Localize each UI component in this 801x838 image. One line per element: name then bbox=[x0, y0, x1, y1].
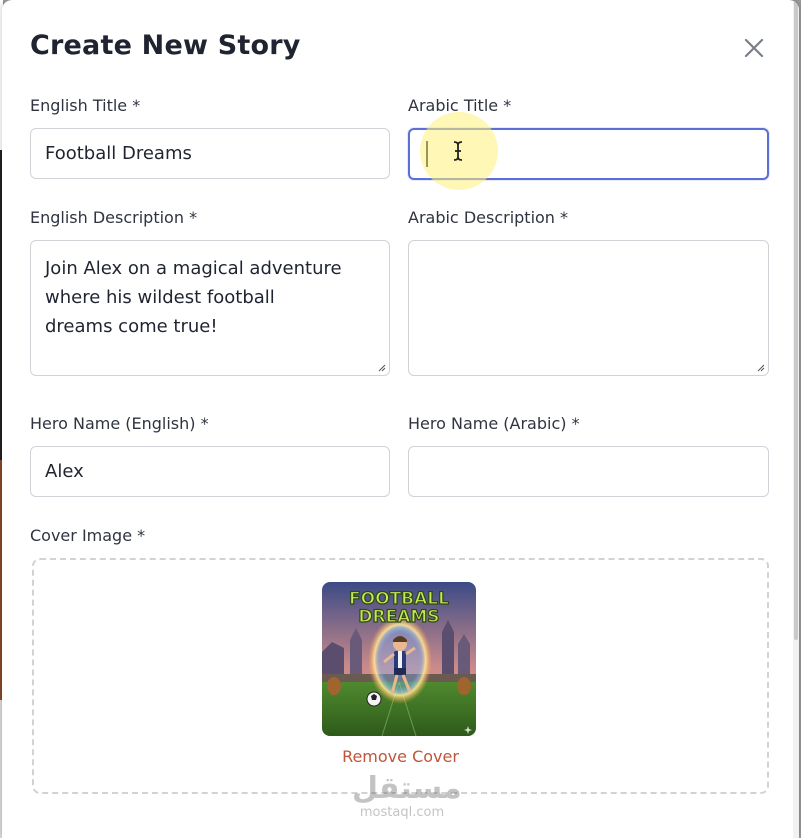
mostaql-watermark: مستقل mostaql.com bbox=[352, 771, 462, 824]
modal-title: Create New Story bbox=[30, 30, 301, 61]
arabic-title-label: Arabic Title * bbox=[408, 96, 512, 115]
close-icon bbox=[744, 38, 764, 58]
resize-handle-icon[interactable] bbox=[378, 364, 386, 372]
english-description-textarea[interactable]: Join Alex on a magical adventure where h… bbox=[30, 240, 390, 376]
cover-image-label: Cover Image * bbox=[30, 526, 146, 545]
watermark-latin: mostaql.com bbox=[359, 805, 445, 820]
scrollbar[interactable] bbox=[793, 0, 799, 838]
hero-name-arabic-label: Hero Name (Arabic) * bbox=[408, 414, 580, 433]
text-caret bbox=[426, 141, 428, 167]
english-title-input[interactable]: Football Dreams bbox=[30, 128, 390, 179]
close-button[interactable] bbox=[742, 36, 766, 60]
hero-name-english-value: Alex bbox=[45, 461, 84, 482]
create-story-modal: Create New Story English Title * Footbal… bbox=[2, 0, 799, 838]
english-title-value: Football Dreams bbox=[45, 143, 192, 164]
hero-name-english-label: Hero Name (English) * bbox=[30, 414, 209, 433]
arabic-description-label: Arabic Description * bbox=[408, 208, 569, 227]
resize-handle-icon[interactable] bbox=[757, 364, 765, 372]
english-description-label: English Description * bbox=[30, 208, 198, 227]
arabic-title-input[interactable] bbox=[408, 128, 769, 180]
cover-title-line2: DREAMS bbox=[358, 607, 439, 627]
hero-name-english-input[interactable]: Alex bbox=[30, 446, 390, 497]
hero-name-arabic-input[interactable] bbox=[408, 446, 769, 497]
english-title-label: English Title * bbox=[30, 96, 141, 115]
english-description-value: Join Alex on a magical adventure where h… bbox=[45, 258, 342, 337]
cover-title-line1: FOOTBALL bbox=[349, 589, 449, 609]
arabic-description-textarea[interactable] bbox=[408, 240, 769, 376]
watermark-arabic: مستقل bbox=[352, 771, 462, 806]
remove-cover-button[interactable]: Remove Cover bbox=[2, 747, 799, 766]
scrollbar-thumb[interactable] bbox=[794, 0, 798, 640]
cover-image-preview: FOOTBALL DREAMS bbox=[322, 582, 476, 736]
